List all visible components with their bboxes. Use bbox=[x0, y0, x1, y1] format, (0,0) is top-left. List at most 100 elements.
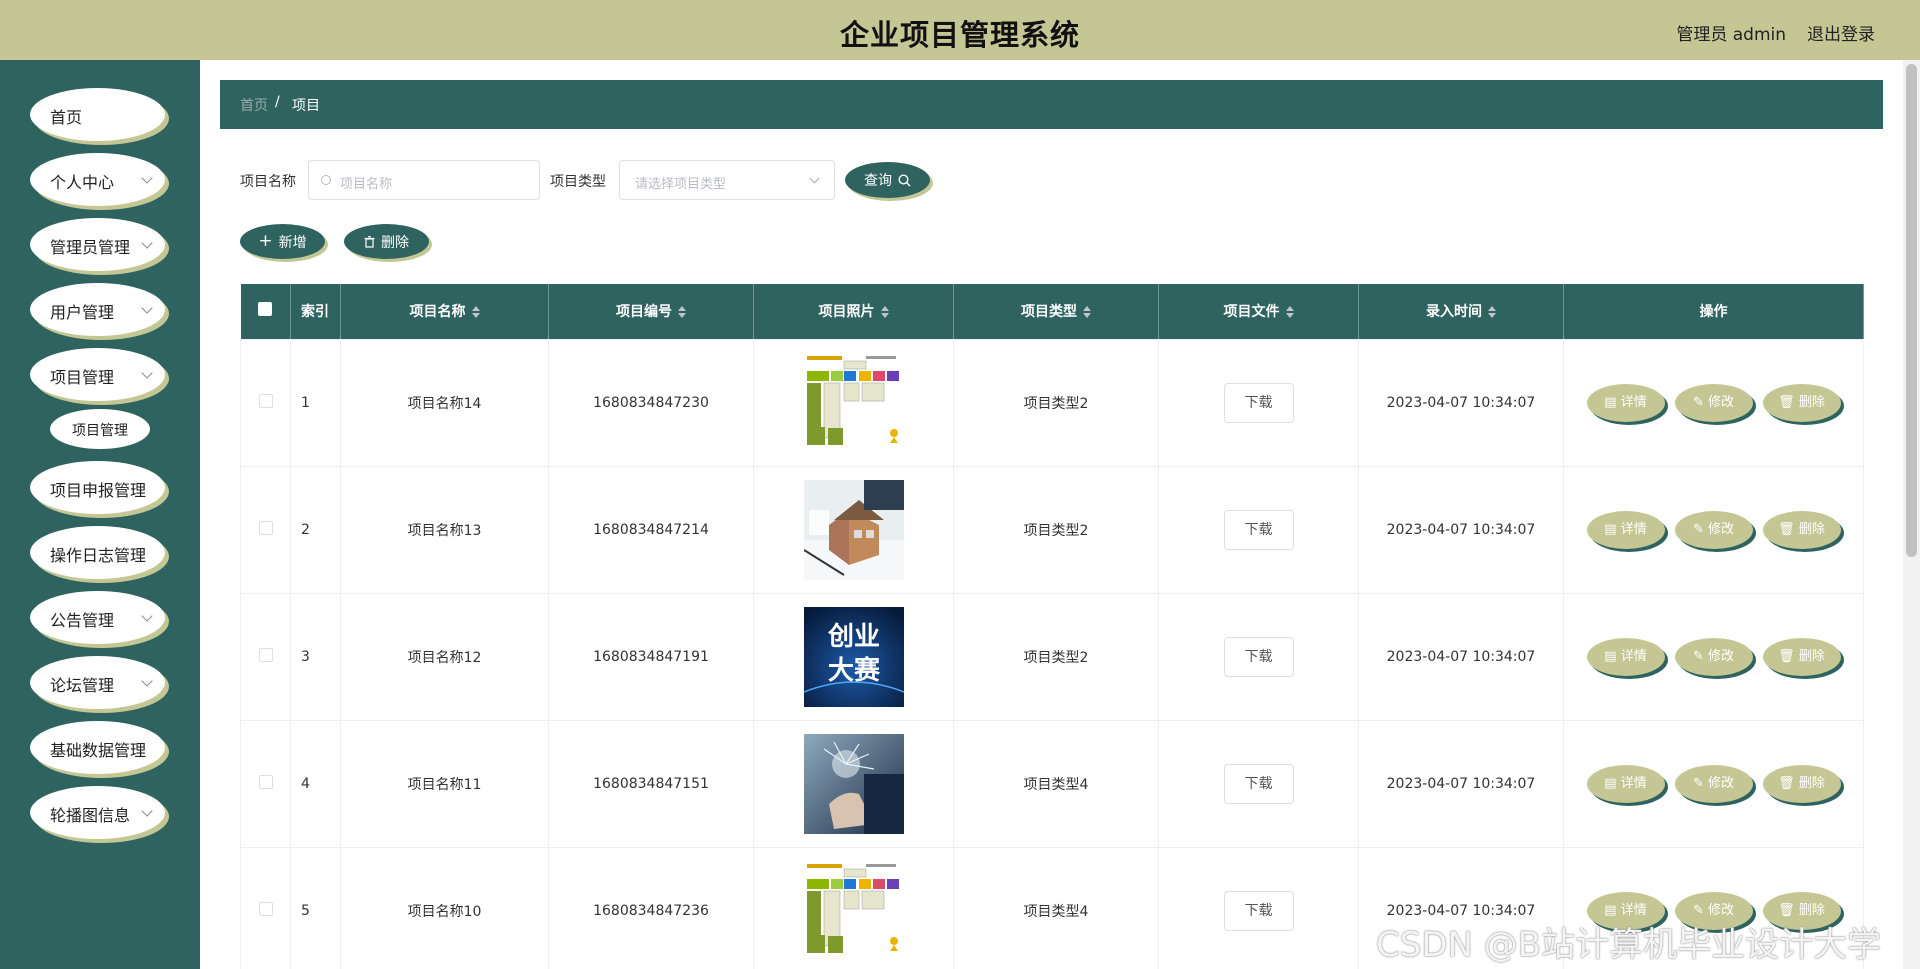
row-index: 2 bbox=[290, 465, 341, 594]
column-header-code[interactable]: 项目编号 bbox=[548, 284, 754, 339]
row-index: 3 bbox=[290, 592, 341, 721]
chevron-down-icon bbox=[141, 367, 153, 379]
row-project-photo bbox=[753, 465, 954, 594]
row-actions: ▤ 详情 ✎ 修改 🗑︎ 删除 bbox=[1563, 592, 1864, 721]
project-photo-image[interactable] bbox=[803, 352, 904, 453]
row-checkbox[interactable] bbox=[258, 647, 273, 662]
project-photo-image[interactable]: 创业 大赛 bbox=[803, 606, 904, 707]
bulk-delete-button[interactable]: 删除 bbox=[344, 224, 429, 259]
project-name-input[interactable]: 项目名称 bbox=[308, 160, 540, 200]
delete-button[interactable]: 🗑︎ 删除 bbox=[1762, 764, 1841, 803]
sort-icon[interactable] bbox=[678, 306, 686, 319]
edit-button-label: 修改 bbox=[1708, 648, 1735, 664]
column-header-type[interactable]: 项目类型 bbox=[953, 284, 1159, 339]
breadcrumb-home[interactable]: 首页 bbox=[240, 95, 268, 115]
detail-button[interactable]: ▤ 详情 bbox=[1586, 637, 1665, 676]
project-photo-image[interactable] bbox=[803, 479, 904, 580]
row-project-name: 项目名称10 bbox=[340, 846, 549, 969]
query-button[interactable]: 查询 bbox=[845, 162, 930, 198]
pencil-icon: ✎ bbox=[1692, 775, 1708, 791]
bulk-delete-button-label: 删除 bbox=[381, 234, 409, 251]
edit-button[interactable]: ✎ 修改 bbox=[1674, 764, 1753, 803]
delete-button-label: 删除 bbox=[1798, 648, 1825, 664]
row-checkbox[interactable] bbox=[258, 520, 273, 535]
row-select-cell bbox=[240, 592, 291, 721]
current-user: 管理员 admin bbox=[1676, 25, 1786, 45]
table-row: 1 项目名称14 1680834847230 项目类型2 下载 2023-04-07 10… bbox=[240, 338, 1864, 467]
sidebar-item-carousel[interactable]: 轮播图信息 bbox=[30, 786, 165, 839]
sidebar-subitem-project-management[interactable]: 项目管理 bbox=[50, 409, 150, 449]
row-project-file: 下载 bbox=[1158, 338, 1359, 467]
row-index: 1 bbox=[290, 338, 341, 467]
download-button[interactable]: 下载 bbox=[1223, 382, 1294, 423]
sidebar-item-personal-center[interactable]: 个人中心 bbox=[30, 153, 165, 206]
sidebar-item-label: 论坛管理 bbox=[50, 676, 115, 695]
download-button[interactable]: 下载 bbox=[1223, 763, 1294, 804]
row-project-type: 项目类型4 bbox=[953, 719, 1159, 848]
row-checkbox[interactable] bbox=[258, 774, 273, 789]
sidebar-item-notice-management[interactable]: 公告管理 bbox=[30, 591, 165, 644]
row-checkbox[interactable] bbox=[258, 393, 273, 408]
column-header-name[interactable]: 项目名称 bbox=[340, 284, 549, 339]
breadcrumb: 首页 / 项目 bbox=[220, 80, 1883, 129]
sidebar-item-basic-data[interactable]: 基础数据管理 bbox=[30, 721, 165, 774]
edit-button[interactable]: ✎ 修改 bbox=[1674, 383, 1753, 422]
project-photo-image[interactable] bbox=[803, 733, 904, 834]
column-header-time[interactable]: 录入时间 bbox=[1358, 284, 1564, 339]
sidebar-item-forum-management[interactable]: 论坛管理 bbox=[30, 656, 165, 709]
document-icon: ▤ bbox=[1604, 394, 1621, 410]
row-actions: ▤ 详情 ✎ 修改 🗑︎ 删除 bbox=[1563, 338, 1864, 467]
column-header-file[interactable]: 项目文件 bbox=[1158, 284, 1359, 339]
row-project-type: 项目类型2 bbox=[953, 592, 1159, 721]
table-row: 2 项目名称13 1680834847214 项目类型2 下载 2023-04-07 10… bbox=[240, 465, 1864, 594]
scrollbar-thumb[interactable] bbox=[1906, 64, 1917, 557]
page-scrollbar[interactable] bbox=[1903, 60, 1920, 969]
detail-button[interactable]: ▤ 详情 bbox=[1586, 383, 1665, 422]
delete-button[interactable]: 🗑︎ 删除 bbox=[1762, 637, 1841, 676]
sort-icon[interactable] bbox=[1285, 306, 1294, 319]
query-button-label: 查询 bbox=[864, 173, 892, 189]
sort-icon[interactable] bbox=[880, 306, 889, 319]
delete-button[interactable]: 🗑︎ 删除 bbox=[1762, 510, 1841, 549]
sort-icon[interactable] bbox=[471, 306, 480, 319]
detail-button-label: 详情 bbox=[1620, 521, 1647, 537]
edit-button[interactable]: ✎ 修改 bbox=[1674, 510, 1753, 549]
column-header-code-label: 项目编号 bbox=[616, 304, 672, 321]
logout-link[interactable]: 退出登录 bbox=[1807, 20, 1875, 45]
download-button[interactable]: 下载 bbox=[1223, 636, 1294, 677]
download-button[interactable]: 下载 bbox=[1223, 890, 1294, 931]
sidebar-item-label: 项目管理 bbox=[50, 368, 115, 387]
sort-icon[interactable] bbox=[1488, 306, 1496, 319]
sidebar-item-operation-log[interactable]: 操作日志管理 bbox=[30, 526, 165, 579]
trash-icon: 🗑︎ bbox=[1778, 521, 1799, 537]
detail-button[interactable]: ▤ 详情 bbox=[1586, 510, 1665, 549]
sidebar-item-project-management[interactable]: 项目管理 bbox=[30, 348, 165, 401]
sidebar-item-home[interactable]: 首页 bbox=[30, 88, 165, 141]
select-all-cell bbox=[240, 284, 291, 339]
sidebar-item-label: 管理员管理 bbox=[50, 238, 131, 257]
column-header-time-label: 录入时间 bbox=[1426, 304, 1482, 321]
table-header-row: 索引 项目名称 项目编号 项目照片 项目类型 项目文件 录入时间 操作 bbox=[240, 284, 1864, 339]
column-header-photo[interactable]: 项目照片 bbox=[753, 284, 954, 339]
document-icon: ▤ bbox=[1604, 775, 1621, 791]
sidebar-item-project-application[interactable]: 项目申报管理 bbox=[30, 461, 165, 514]
project-type-select[interactable]: 请选择项目类型 bbox=[619, 160, 835, 200]
project-type-placeholder: 请选择项目类型 bbox=[635, 177, 727, 192]
chevron-down-icon bbox=[141, 675, 153, 687]
edit-button[interactable]: ✎ 修改 bbox=[1674, 637, 1753, 676]
add-button[interactable]: + 新增 bbox=[240, 224, 325, 259]
row-checkbox[interactable] bbox=[258, 901, 273, 916]
sidebar-item-admin-management[interactable]: 管理员管理 bbox=[30, 218, 165, 271]
sidebar-item-user-management[interactable]: 用户管理 bbox=[30, 283, 165, 336]
delete-button[interactable]: 🗑︎ 删除 bbox=[1762, 383, 1841, 422]
sidebar-item-label: 操作日志管理 bbox=[50, 546, 147, 565]
detail-button[interactable]: ▤ 详情 bbox=[1586, 764, 1665, 803]
project-photo-image[interactable] bbox=[803, 860, 904, 961]
row-project-code: 1680834847191 bbox=[548, 592, 754, 721]
column-header-name-label: 项目名称 bbox=[409, 304, 466, 321]
download-button[interactable]: 下载 bbox=[1223, 509, 1294, 550]
trash-icon bbox=[364, 235, 375, 248]
sort-icon[interactable] bbox=[1083, 306, 1091, 319]
select-all-checkbox[interactable] bbox=[258, 302, 273, 317]
search-icon bbox=[321, 175, 331, 185]
